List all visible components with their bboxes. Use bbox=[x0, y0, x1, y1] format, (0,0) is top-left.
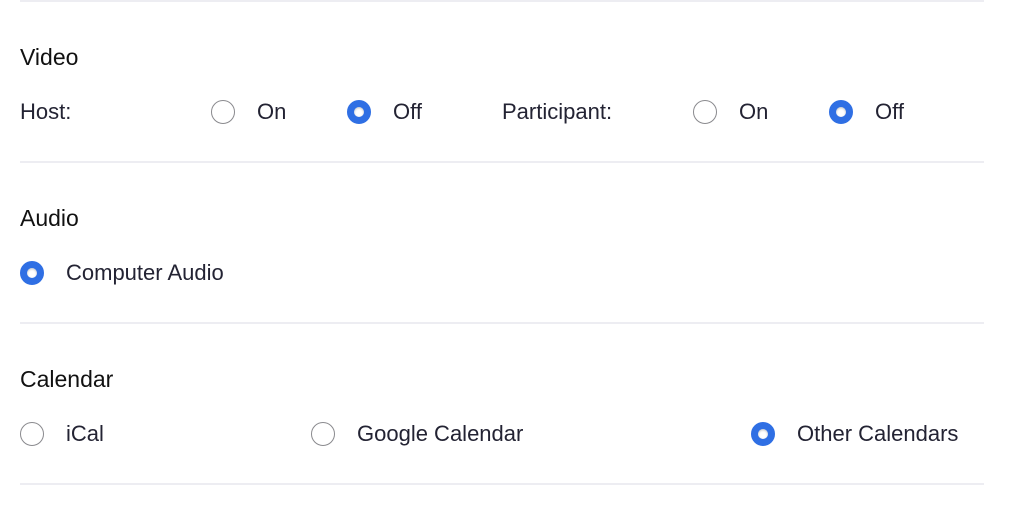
radio-circle-icon bbox=[347, 100, 371, 124]
video-heading: Video bbox=[20, 44, 79, 70]
divider-top bbox=[20, 0, 984, 2]
ical-radio[interactable]: iCal bbox=[20, 421, 104, 447]
google-calendar-radio[interactable]: Google Calendar bbox=[311, 421, 523, 447]
participant-on-label: On bbox=[739, 99, 769, 124]
host-on-label: On bbox=[257, 99, 287, 124]
calendar-heading: Calendar bbox=[20, 366, 114, 392]
computer-audio-radio[interactable]: Computer Audio bbox=[20, 260, 224, 286]
radio-circle-icon bbox=[751, 422, 775, 446]
computer-audio-label: Computer Audio bbox=[66, 260, 224, 285]
participant-on-radio[interactable]: On bbox=[693, 99, 768, 125]
host-off-label: Off bbox=[393, 99, 422, 124]
host-on-radio[interactable]: On bbox=[211, 99, 286, 125]
host-off-radio[interactable]: Off bbox=[347, 99, 422, 125]
divider-video bbox=[20, 161, 984, 163]
audio-heading: Audio bbox=[20, 205, 79, 231]
divider-calendar bbox=[20, 483, 984, 485]
participant-off-label: Off bbox=[875, 99, 904, 124]
google-calendar-label: Google Calendar bbox=[357, 421, 524, 446]
ical-label: iCal bbox=[66, 421, 104, 446]
host-label: Host: bbox=[20, 99, 72, 124]
divider-audio bbox=[20, 322, 984, 324]
radio-circle-icon bbox=[829, 100, 853, 124]
radio-circle-icon bbox=[20, 261, 44, 285]
radio-circle-icon bbox=[311, 422, 335, 446]
radio-circle-icon bbox=[20, 422, 44, 446]
other-calendars-label: Other Calendars bbox=[797, 421, 959, 446]
participant-label: Participant: bbox=[502, 99, 613, 124]
radio-circle-icon bbox=[211, 100, 235, 124]
participant-off-radio[interactable]: Off bbox=[829, 99, 904, 125]
other-calendars-radio[interactable]: Other Calendars bbox=[751, 421, 958, 447]
radio-circle-icon bbox=[693, 100, 717, 124]
